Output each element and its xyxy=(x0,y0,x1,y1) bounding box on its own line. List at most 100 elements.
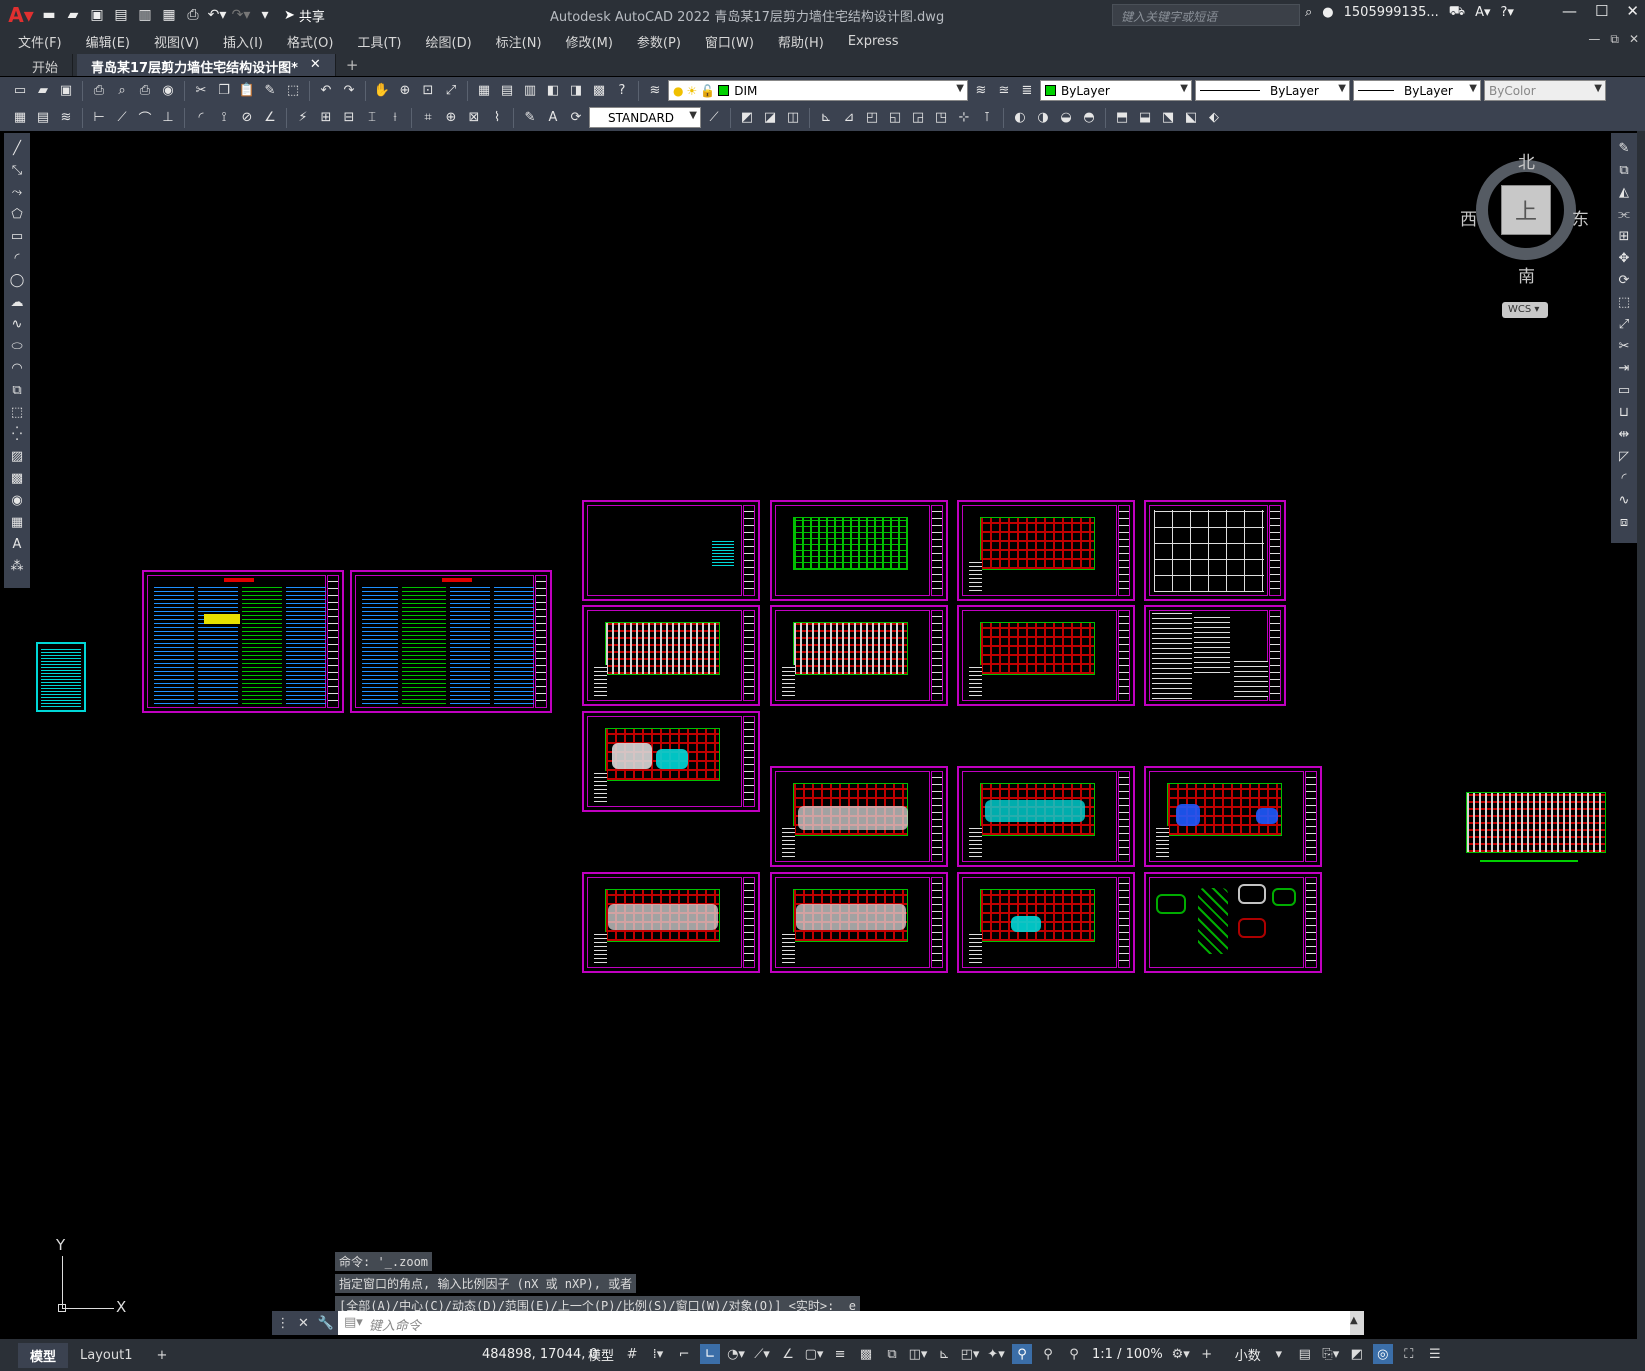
make-current-icon[interactable]: ≋ xyxy=(971,81,991,101)
linetype-dropdown[interactable]: ByLayer ▼ xyxy=(1195,80,1350,101)
explode-icon[interactable]: ⧈ xyxy=(1614,513,1634,532)
dim-arc-icon[interactable]: ⌒ xyxy=(135,108,155,128)
layers-icon[interactable]: ≋ xyxy=(56,108,76,128)
menu-draw[interactable]: 绘图(D) xyxy=(426,32,472,51)
spline-icon[interactable]: ∿ xyxy=(7,315,27,334)
ucs-previous-icon[interactable]: ◰ xyxy=(862,108,882,128)
array-icon[interactable]: ⊞ xyxy=(1614,227,1634,246)
ucs-world-icon[interactable]: ⊿ xyxy=(839,108,859,128)
pan-icon[interactable]: ✋ xyxy=(372,81,392,101)
ucs-icon[interactable]: ⊾ xyxy=(816,108,836,128)
circle-icon[interactable]: ◯ xyxy=(7,271,27,290)
isolate-objects-icon[interactable]: ◩ xyxy=(1347,1344,1367,1364)
region-icon[interactable]: ◉ xyxy=(7,491,27,510)
menu-window[interactable]: 窗口(W) xyxy=(705,32,754,51)
mtext-icon[interactable]: A xyxy=(7,535,27,554)
ucs-origin-icon[interactable]: ⊹ xyxy=(954,108,974,128)
properties-icon[interactable]: ▦ xyxy=(474,81,494,101)
minimize-icon[interactable]: — xyxy=(1562,2,1577,20)
layer-previous-icon[interactable]: ≊ xyxy=(994,81,1014,101)
customization-icon[interactable]: ☰ xyxy=(1425,1344,1445,1364)
scale-icon[interactable]: ⬚ xyxy=(1614,293,1634,312)
block-editor-icon[interactable]: ⬚ xyxy=(283,81,303,101)
point-icon[interactable]: ⁛ xyxy=(7,425,27,444)
quick-setup-icon[interactable]: ▦ xyxy=(10,108,30,128)
doc-minimize-icon[interactable]: — xyxy=(1588,32,1600,47)
table-icon[interactable]: ▤ xyxy=(33,108,53,128)
vertical-scrollbar[interactable] xyxy=(1637,131,1645,1339)
menu-format[interactable]: 格式(O) xyxy=(287,32,333,51)
chamfer-icon[interactable]: ◸ xyxy=(1614,447,1634,466)
menu-parametric[interactable]: 参数(P) xyxy=(637,32,681,51)
share-button[interactable]: ➤ 共享 xyxy=(284,6,325,25)
dim-space-icon[interactable]: ⌶ xyxy=(362,108,382,128)
menu-tools[interactable]: 工具(T) xyxy=(357,32,401,51)
dim-break-icon[interactable]: ⟊ xyxy=(385,108,405,128)
extend-icon[interactable]: ⇥ xyxy=(1614,359,1634,378)
recent-commands-icon[interactable]: ▤▾ xyxy=(344,1315,363,1331)
dim-ordinate-icon[interactable]: ⊥ xyxy=(158,108,178,128)
view-left-icon[interactable]: ◫ xyxy=(783,108,803,128)
help-icon[interactable]: ?▾ xyxy=(1501,5,1514,20)
dim-diameter-icon[interactable]: ⊘ xyxy=(237,108,257,128)
annotation-visibility-icon[interactable]: ⚲ xyxy=(1012,1344,1033,1364)
offset-icon[interactable]: ⫘ xyxy=(1614,205,1634,224)
new-file-icon[interactable]: ▬ xyxy=(38,4,60,26)
dim-continue-icon[interactable]: ⊟ xyxy=(339,108,359,128)
viewcube[interactable]: 上 北 南 东 西 xyxy=(1460,148,1589,287)
calculator-icon[interactable]: ▩ xyxy=(589,81,609,101)
isodraft-icon[interactable]: ⟋▾ xyxy=(752,1344,772,1364)
compass-north[interactable]: 北 xyxy=(1518,148,1535,173)
cut-icon[interactable]: ✂ xyxy=(191,81,211,101)
doc-restore-icon[interactable]: ⧉ xyxy=(1610,32,1619,47)
undo-icon[interactable]: ↶ xyxy=(316,81,336,101)
view-front-icon[interactable]: ◩ xyxy=(737,108,757,128)
zoom-realtime-icon[interactable]: ⊕ xyxy=(395,81,415,101)
graphics-performance-icon[interactable]: ◎ xyxy=(1372,1344,1393,1364)
menu-insert[interactable]: 插入(I) xyxy=(223,32,263,51)
export-icon[interactable]: ▦ xyxy=(158,4,180,26)
revolve-icon[interactable]: ⬓ xyxy=(1135,108,1155,128)
infer-constraints-icon[interactable]: ⌐ xyxy=(674,1344,694,1364)
menu-dimension[interactable]: 标注(N) xyxy=(496,32,542,51)
tab-close-icon[interactable]: ✕ xyxy=(310,57,321,73)
menu-express[interactable]: Express xyxy=(848,34,899,49)
arc-icon[interactable]: ◜ xyxy=(7,249,27,268)
redo-icon[interactable]: ↷ xyxy=(339,81,359,101)
viewcube-face-top[interactable]: 上 xyxy=(1501,185,1551,235)
ucs-zaxis-icon[interactable]: ⊺ xyxy=(977,108,997,128)
dim-jogged-icon[interactable]: ⟟ xyxy=(214,108,234,128)
dim-edit-icon[interactable]: ✎ xyxy=(520,108,540,128)
lineweight-icon[interactable]: ≡ xyxy=(830,1344,850,1364)
erase-icon[interactable]: ✎ xyxy=(1614,139,1634,158)
markup-icon[interactable]: ◨ xyxy=(566,81,586,101)
ellipse-icon[interactable]: ⬭ xyxy=(7,337,27,356)
units-chevron-icon[interactable]: ▾ xyxy=(1269,1344,1289,1364)
paste-icon[interactable]: 📋 xyxy=(237,81,257,101)
line-icon[interactable]: ╱ xyxy=(7,139,27,158)
copy-icon[interactable]: ❐ xyxy=(214,81,234,101)
close-icon[interactable]: ✕ xyxy=(1626,2,1639,20)
search-input[interactable]: 键入关键字或短语 xyxy=(1112,4,1300,26)
ortho-icon[interactable]: ∟ xyxy=(700,1344,721,1364)
slice-icon[interactable]: ⬕ xyxy=(1181,108,1201,128)
snap-icon[interactable]: ⁞▾ xyxy=(648,1344,668,1364)
save-icon[interactable]: ▣ xyxy=(86,4,108,26)
rotate-icon[interactable]: ⟳ xyxy=(1614,271,1634,290)
history-toggle-icon[interactable]: ▲ xyxy=(1350,1311,1364,1335)
drawing-canvas[interactable] xyxy=(34,131,1611,1339)
selection-filter-icon[interactable]: ◰▾ xyxy=(960,1344,980,1364)
plot-preview-icon[interactable]: ⌕ xyxy=(112,81,132,101)
center-mark-icon[interactable]: ⊕ xyxy=(441,108,461,128)
make-block-icon[interactable]: ⬚ xyxy=(7,403,27,422)
menu-modify[interactable]: 修改(M) xyxy=(566,32,613,51)
save-icon[interactable]: ▣ xyxy=(56,81,76,101)
menu-file[interactable]: 文件(F) xyxy=(18,32,62,51)
object-snap-icon[interactable]: ▢▾ xyxy=(804,1344,824,1364)
new-tab-button[interactable]: + xyxy=(336,54,369,76)
transparency-icon[interactable]: ▩ xyxy=(856,1344,876,1364)
shade-icon[interactable]: ◑ xyxy=(1033,108,1053,128)
compass-west[interactable]: 西 xyxy=(1460,205,1477,230)
join-icon[interactable]: ⇹ xyxy=(1614,425,1634,444)
qnew-icon[interactable]: ▭ xyxy=(10,81,30,101)
